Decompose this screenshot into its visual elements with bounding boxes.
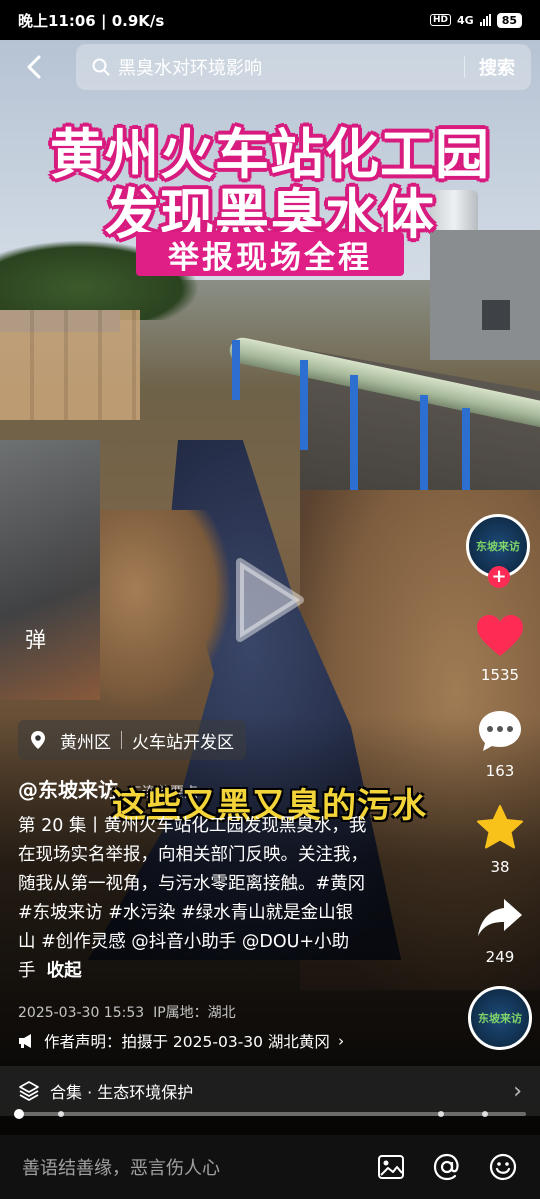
share-button[interactable]: 249 <box>472 896 528 966</box>
location-divider <box>121 731 122 749</box>
like-button[interactable]: 1535 <box>472 614 528 684</box>
share-icon <box>478 899 522 936</box>
music-disc[interactable]: 东坡来访 <box>468 986 532 1050</box>
wooden-crates <box>0 310 140 420</box>
follow-button[interactable]: + <box>488 566 510 588</box>
star-icon <box>477 805 523 849</box>
disc-text: 东坡来访 <box>478 1012 522 1025</box>
building <box>430 230 540 360</box>
image-icon[interactable] <box>376 1152 406 1182</box>
comment-bar: 善语结善缘，恶言伤人心 <box>0 1135 540 1199</box>
collection-bar[interactable]: 合集 · 生态环境保护 › <box>0 1066 540 1116</box>
blue-rail <box>350 375 358 495</box>
megaphone-icon <box>19 1034 31 1048</box>
description-line: 山 #创作灵感 @抖音小助手 @DOU+小助 <box>18 932 350 952</box>
status-time: 晚上11:06 <box>18 11 96 30</box>
video-title-badge: 举报现场全程 <box>136 232 404 276</box>
description-line: 在现场实名举报，向相关部门反映。关注我， <box>18 845 368 865</box>
collection-label: 合集 · 生态环境保护 <box>50 1083 194 1102</box>
collapse-link[interactable]: 收起 <box>47 961 82 981</box>
search-query: 黑臭水对环境影响 <box>118 58 262 79</box>
emoji-icon[interactable] <box>488 1152 518 1182</box>
danmu-toggle[interactable]: 弹 <box>25 624 46 654</box>
location-pill[interactable]: 黄州区 火车站开发区 <box>18 720 246 760</box>
comment-input[interactable]: 善语结善缘，恶言伤人心 <box>22 1154 350 1180</box>
video-progress[interactable] <box>14 1109 526 1119</box>
favorite-count: 38 <box>490 858 510 876</box>
status-right: HD 4G 85 <box>429 12 522 28</box>
search-divider <box>464 56 465 78</box>
heart-icon <box>477 615 523 656</box>
layers-icon <box>19 1081 39 1101</box>
post-ip: IP属地：湖北 <box>153 1005 236 1021</box>
chapter-marker <box>482 1111 488 1117</box>
comment-count: 163 <box>485 762 515 780</box>
signal-icon <box>479 14 491 26</box>
comment-button[interactable]: 163 <box>472 708 528 780</box>
like-count: 1535 <box>480 666 520 684</box>
description-line: 手 <box>18 961 36 981</box>
chevron-right-icon: › <box>513 1078 522 1104</box>
post-meta: 2025-03-30 15:53 IP属地：湖北 <box>18 1002 236 1022</box>
search-icon <box>92 58 110 76</box>
location-pin-icon <box>31 731 45 749</box>
author-declaration[interactable]: 作者声明：拍摄于 2025-03-30 湖北黄冈 › <box>18 1030 344 1052</box>
share-count: 249 <box>485 948 515 966</box>
status-bar: 晚上11:06 | 0.9K/s HD 4G 85 <box>0 0 540 40</box>
description-line: 随我从第一视角，与污水零距离接触。#黄冈 <box>18 874 366 894</box>
chevron-right-icon: › <box>337 1032 345 1050</box>
post-description: 第 20 集丨黄州火车站化工园发现黑臭水，我 在现场实名举报，向相关部门反映。关… <box>18 812 418 986</box>
description-line: #东坡来访 #水污染 #绿水青山就是金山银 <box>18 903 354 923</box>
mention-icon[interactable] <box>432 1152 462 1182</box>
status-speed: 0.9K/s <box>111 11 165 30</box>
location-place: 火车站开发区 <box>132 732 234 753</box>
network-label: 4G <box>457 13 474 27</box>
status-left: 晚上11:06 | 0.9K/s <box>18 11 165 30</box>
search-button[interactable]: 搜索 <box>479 54 515 80</box>
location-district: 黄州区 <box>60 732 111 753</box>
author-handle: @东坡来访 <box>18 778 118 802</box>
declaration-text: 作者声明：拍摄于 2025-03-30 湖北黄冈 <box>44 1033 330 1051</box>
favorite-button[interactable]: 38 <box>472 804 528 876</box>
avatar-text: 东坡来访 <box>476 540 520 553</box>
play-icon[interactable] <box>232 556 306 644</box>
comment-icon <box>479 711 521 751</box>
search-input[interactable]: 黑臭水对环境影响 搜索 <box>76 44 531 90</box>
post-datetime: 2025-03-30 15:53 <box>18 1005 145 1021</box>
debris-pile <box>0 440 100 700</box>
chapter-marker <box>58 1111 64 1117</box>
description-line: 第 20 集丨黄州火车站化工园发现黑臭水，我 <box>18 816 367 836</box>
battery-icon: 85 <box>496 12 522 28</box>
progress-handle[interactable] <box>14 1109 24 1119</box>
chapter-marker <box>438 1111 444 1117</box>
blue-rail <box>232 340 240 400</box>
back-icon[interactable] <box>22 54 48 80</box>
hd-icon: HD <box>429 14 451 26</box>
blue-rail <box>300 360 308 450</box>
